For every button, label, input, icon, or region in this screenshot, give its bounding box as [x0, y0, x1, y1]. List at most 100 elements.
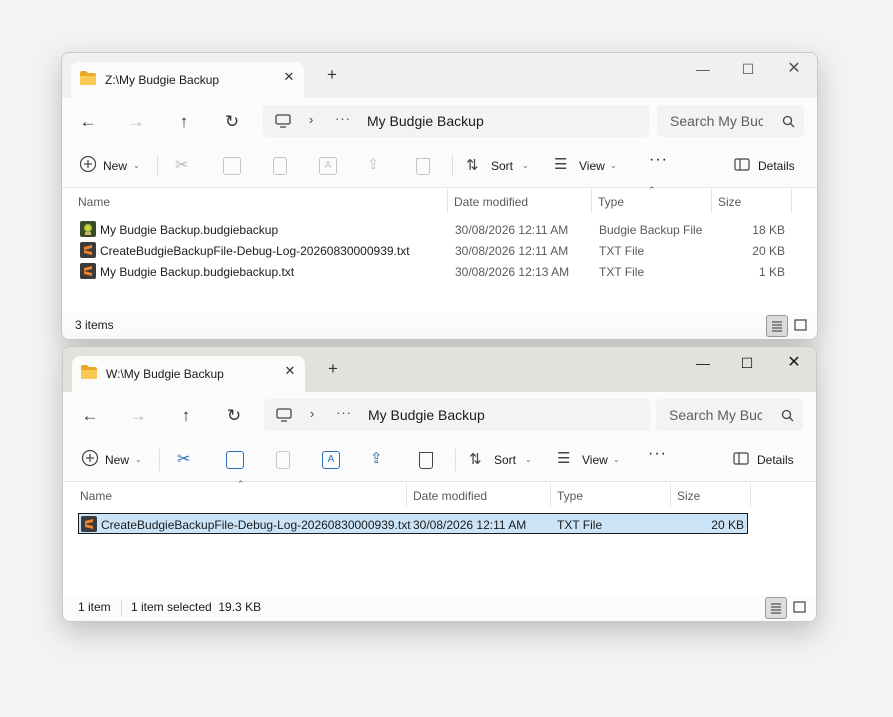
- view-button[interactable]: ☰ View ⌄: [557, 449, 627, 473]
- share-icon[interactable]: ⇪: [370, 449, 383, 473]
- copy-icon[interactable]: [226, 451, 244, 469]
- column-size[interactable]: Size: [718, 195, 741, 209]
- details-label: Details: [757, 453, 794, 467]
- share-icon[interactable]: ⇪: [367, 155, 380, 179]
- new-button[interactable]: New ⌄: [79, 155, 145, 179]
- column-name[interactable]: Name: [80, 489, 112, 503]
- tab-z-drive[interactable]: Z:\My Budgie Backup ✕: [71, 62, 304, 98]
- details-pane-button[interactable]: Details: [734, 155, 804, 179]
- file-name: CreateBudgieBackupFile-Debug-Log-2026083…: [101, 518, 411, 532]
- sort-ascending-icon: ⌃: [648, 185, 656, 195]
- paste-icon[interactable]: [273, 157, 287, 175]
- back-arrow-icon[interactable]: ←: [78, 404, 102, 428]
- file-size: 18 KB: [752, 223, 785, 237]
- up-arrow-icon[interactable]: ↑: [174, 404, 198, 428]
- rename-icon[interactable]: A: [322, 451, 340, 469]
- rename-icon[interactable]: A: [319, 157, 337, 175]
- sort-icon: ⇅: [466, 157, 479, 174]
- delete-icon[interactable]: [419, 452, 433, 469]
- title-bar: W:\My Budgie Backup ✕ + — ☐ ✕: [63, 347, 816, 392]
- file-row[interactable]: My Budgie Backup.budgiebackup.txt 30/08/…: [78, 261, 790, 282]
- cut-icon[interactable]: ✂: [175, 155, 188, 179]
- navigation-bar: ← → ↑ ↻ › ··· My Budgie Backup Search My…: [62, 98, 817, 145]
- address-bar[interactable]: › ··· My Budgie Backup: [263, 105, 649, 137]
- details-view-icon: [771, 603, 781, 614]
- file-row-selected[interactable]: CreateBudgieBackupFile-Debug-Log-2026083…: [78, 513, 748, 534]
- file-date: 30/08/2026 12:13 AM: [455, 265, 570, 279]
- copy-icon[interactable]: [223, 157, 241, 175]
- tiles-view-button[interactable]: [790, 315, 812, 337]
- column-size[interactable]: Size: [677, 489, 700, 503]
- column-name[interactable]: Name: [78, 195, 110, 209]
- close-window-icon[interactable]: ✕: [774, 57, 814, 81]
- up-arrow-icon[interactable]: ↑: [172, 110, 196, 134]
- file-size: 20 KB: [711, 518, 744, 532]
- search-icon: [782, 115, 795, 128]
- file-size: 20 KB: [752, 244, 785, 258]
- chevron-right-icon[interactable]: ›: [310, 406, 314, 421]
- selection-info: 1 item selected 19.3 KB: [131, 600, 262, 614]
- sublime-text-icon: [80, 263, 96, 279]
- plus-circle-icon: [81, 449, 99, 467]
- maximize-icon[interactable]: ☐: [727, 351, 767, 375]
- tab-title: Z:\My Budgie Backup: [105, 73, 220, 87]
- tab-w-drive[interactable]: W:\My Budgie Backup ✕: [72, 356, 305, 392]
- view-list-icon: ☰: [554, 156, 568, 173]
- close-tab-icon[interactable]: ✕: [281, 362, 299, 380]
- file-date: 30/08/2026 12:11 AM: [455, 244, 569, 258]
- file-size: 1 KB: [758, 265, 785, 279]
- sort-button[interactable]: ⇅ Sort ⌄: [466, 155, 536, 179]
- chevron-down-icon: ⌄: [522, 161, 529, 170]
- delete-icon[interactable]: [416, 158, 430, 175]
- details-view-button[interactable]: [765, 597, 787, 619]
- forward-arrow-icon[interactable]: →: [124, 110, 148, 134]
- details-pane-button[interactable]: Details: [733, 449, 803, 473]
- column-type[interactable]: Type: [598, 195, 624, 209]
- tab-title: W:\My Budgie Backup: [106, 367, 224, 381]
- close-tab-icon[interactable]: ✕: [280, 68, 298, 86]
- sublime-text-icon: [80, 242, 96, 258]
- new-label: New: [103, 159, 128, 173]
- sort-button[interactable]: ⇅ Sort ⌄: [469, 449, 539, 473]
- folder-icon: [80, 71, 96, 85]
- new-tab-icon[interactable]: +: [324, 360, 342, 378]
- sort-icon: ⇅: [469, 451, 482, 468]
- more-options-icon[interactable]: ···: [648, 445, 667, 469]
- tiles-view-icon: [794, 319, 807, 331]
- minimize-icon[interactable]: —: [683, 57, 723, 81]
- more-path-icon[interactable]: ···: [335, 111, 351, 126]
- column-date[interactable]: Date modified: [454, 195, 528, 209]
- column-date[interactable]: Date modified: [413, 489, 487, 503]
- refresh-icon[interactable]: ↻: [220, 110, 244, 134]
- search-placeholder: Search My Buc: [669, 407, 762, 423]
- minimize-icon[interactable]: —: [683, 351, 723, 375]
- new-tab-icon[interactable]: +: [323, 66, 341, 84]
- new-button[interactable]: New ⌄: [81, 449, 147, 473]
- close-window-icon[interactable]: ✕: [774, 351, 814, 375]
- maximize-icon[interactable]: ☐: [728, 57, 768, 81]
- back-arrow-icon[interactable]: ←: [76, 110, 100, 134]
- file-row[interactable]: My Budgie Backup.budgiebackup 30/08/2026…: [78, 219, 790, 240]
- explorer-window-z: Z:\My Budgie Backup ✕ + — ☐ ✕ ← → ↑ ↻ › …: [61, 52, 818, 340]
- details-view-button[interactable]: [766, 315, 788, 337]
- more-options-icon[interactable]: ···: [649, 151, 668, 175]
- file-row[interactable]: CreateBudgieBackupFile-Debug-Log-2026083…: [78, 240, 790, 261]
- cut-icon[interactable]: ✂: [177, 449, 190, 473]
- paste-icon[interactable]: [276, 451, 290, 469]
- view-button[interactable]: ☰ View ⌄: [554, 155, 624, 179]
- refresh-icon[interactable]: ↻: [222, 404, 246, 428]
- tiles-view-button[interactable]: [789, 597, 811, 619]
- file-name: My Budgie Backup.budgiebackup.txt: [100, 265, 295, 279]
- file-type: TXT File: [599, 244, 645, 258]
- chevron-down-icon: ⌄: [613, 455, 620, 464]
- column-type[interactable]: Type: [557, 489, 583, 503]
- more-path-icon[interactable]: ···: [336, 405, 352, 420]
- file-name: My Budgie Backup.budgiebackup: [100, 223, 279, 237]
- forward-arrow-icon[interactable]: →: [126, 404, 150, 428]
- chevron-right-icon[interactable]: ›: [309, 112, 313, 127]
- details-label: Details: [758, 159, 795, 173]
- new-label: New: [105, 453, 130, 467]
- address-bar[interactable]: › ··· My Budgie Backup: [264, 399, 650, 431]
- search-box[interactable]: Search My Buc: [656, 399, 803, 431]
- search-box[interactable]: Search My Buc: [657, 105, 804, 137]
